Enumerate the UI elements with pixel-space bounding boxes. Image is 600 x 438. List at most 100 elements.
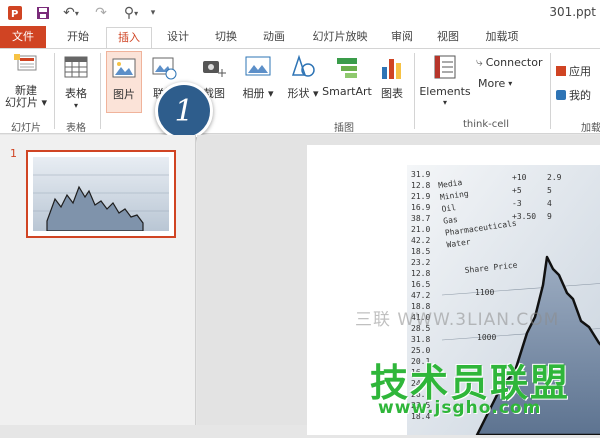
price-column-value: 42.2 [411, 236, 430, 245]
connector-button[interactable]: ⤷ Connector [476, 55, 542, 70]
more-dropdown-icon: ▾ [508, 79, 513, 88]
separator [54, 53, 55, 129]
undo-icon[interactable]: ↶ ▾ [60, 4, 82, 22]
chart-icon [382, 59, 401, 79]
svg-text:-3: -3 [512, 199, 522, 208]
watermark-url: www.jsgho.com [378, 398, 542, 418]
smartart-button[interactable]: SmartArt [322, 53, 372, 98]
tab-home[interactable]: 开始 [58, 26, 98, 48]
price-column-value: 21.9 [411, 192, 430, 201]
svg-text:+5: +5 [512, 186, 522, 195]
elements-button[interactable]: Elements ▾ [418, 53, 472, 107]
group-slides-label: 幻灯片 [11, 123, 41, 134]
shapes-button[interactable]: 形状 ▾ [286, 53, 320, 101]
new-slide-label: 新建 幻灯片 ▾ [4, 84, 48, 109]
slide-number: 1 [10, 147, 17, 160]
ribbon-tabs: 文件 开始 插入 设计 切换 动画 幻灯片放映 审阅 视图 加载项 [0, 26, 600, 49]
svg-text:2.9: 2.9 [547, 173, 562, 182]
label-1000: 1000 [477, 333, 496, 342]
shapes-icon [291, 54, 315, 77]
chart-button[interactable]: 图表 [376, 53, 408, 101]
thumbnail-chart-image [33, 157, 169, 232]
tab-file[interactable]: 文件 [0, 26, 46, 48]
powerpoint-icon: P [6, 4, 24, 22]
price-column-value: 12.8 [411, 269, 430, 278]
apps-button[interactable]: 应用 [556, 63, 591, 79]
step-callout: 1 [155, 82, 213, 140]
svg-text:+3.50: +3.50 [512, 212, 536, 221]
table-button[interactable]: 表格 ▾ [58, 53, 94, 110]
ribbon-insert: 新建幻灯片 ▾ 幻灯片 表格 ▾ 表格 图片 联机 截图 相册 ▾ 插图 形状 … [0, 48, 600, 134]
connector-label: Connector [485, 56, 543, 69]
slide-thumbnail[interactable] [26, 150, 176, 238]
photo-album-button[interactable]: 相册 ▾ [240, 53, 276, 101]
elements-label: Elements [419, 85, 471, 98]
table-dropdown-icon: ▾ [73, 101, 78, 110]
price-column-value: 16.5 [411, 280, 430, 289]
price-column-value: 23.2 [411, 258, 430, 267]
connector-icon: ⤷ [476, 55, 483, 69]
separator [414, 53, 415, 129]
group-images-label: 插图 [334, 123, 354, 134]
tab-insert[interactable]: 插入 [106, 27, 152, 49]
more-button[interactable]: More ▾ [478, 77, 512, 90]
price-column-value: 47.2 [411, 291, 430, 300]
new-slide-button[interactable]: 新建 幻灯片 ▾ [4, 53, 48, 109]
smartart-icon [337, 58, 357, 78]
online-pictures-icon [152, 57, 177, 80]
tab-animations[interactable]: 动画 [256, 26, 292, 48]
redo-icon[interactable]: ↷ [92, 4, 110, 22]
my-apps-label: 我的 [569, 89, 591, 102]
customize-qat-icon[interactable]: ▾ [148, 4, 158, 22]
smartart-label: SmartArt [322, 85, 372, 98]
screenshot-icon [203, 61, 226, 77]
picture-icon [112, 58, 136, 78]
quick-access-toolbar: P ↶ ▾ ↷ ⚲ ▾ ▾ 301.ppt [0, 0, 600, 26]
window-title: 301.ppt [549, 5, 596, 19]
price-column-value: 18.5 [411, 247, 430, 256]
elements-dropdown-icon: ▾ [442, 98, 447, 107]
more-label: More [478, 77, 506, 90]
group-addins-label: 加载 [581, 123, 600, 134]
picture-label: 图片 [113, 88, 135, 101]
presenter-icon[interactable]: ⚲ ▾ [120, 4, 142, 22]
label-1100: 1100 [475, 288, 494, 297]
photo-album-icon [245, 56, 271, 76]
slide-thumbnails-pane[interactable]: 1 [0, 135, 196, 425]
shapes-label: 形状 ▾ [287, 87, 319, 100]
separator [100, 53, 101, 129]
tab-transitions[interactable]: 切换 [208, 26, 244, 48]
picture-button[interactable]: 图片 [106, 51, 142, 113]
my-apps-button[interactable]: 我的 [556, 87, 591, 103]
apps-icon [556, 66, 566, 76]
price-column-value: 21.0 [411, 225, 430, 234]
price-column-value: 31.9 [411, 170, 430, 179]
tab-review[interactable]: 审阅 [386, 26, 418, 48]
photo-album-label: 相册 ▾ [242, 87, 274, 100]
tab-view[interactable]: 视图 [432, 26, 464, 48]
tab-slideshow[interactable]: 幻灯片放映 [304, 26, 376, 48]
group-tables-label: 表格 [66, 123, 86, 134]
table-label: 表格 [65, 87, 87, 100]
price-column-value: 38.7 [411, 214, 430, 223]
svg-text:9: 9 [547, 212, 552, 221]
svg-text:+10: +10 [512, 173, 527, 182]
apps-label: 应用 [569, 65, 591, 78]
tab-addins[interactable]: 加载项 [478, 26, 526, 48]
new-slide-icon [14, 54, 37, 71]
chart-label: 图表 [381, 87, 403, 100]
save-icon[interactable] [34, 4, 52, 22]
svg-text:4: 4 [547, 199, 552, 208]
separator [550, 53, 551, 129]
group-thinkcell-label: think-cell [463, 119, 509, 130]
tab-design[interactable]: 设计 [160, 26, 196, 48]
elements-icon [434, 55, 456, 79]
price-column-value: 31.8 [411, 335, 430, 344]
price-column-value: 16.9 [411, 203, 430, 212]
svg-text:P: P [11, 9, 18, 20]
my-apps-icon [556, 90, 566, 100]
svg-text:5: 5 [547, 186, 552, 195]
watermark-3lian: 三联 WWW.3LIAN.COM [355, 310, 560, 330]
price-column-value: 12.8 [411, 181, 430, 190]
table-icon [64, 56, 88, 78]
